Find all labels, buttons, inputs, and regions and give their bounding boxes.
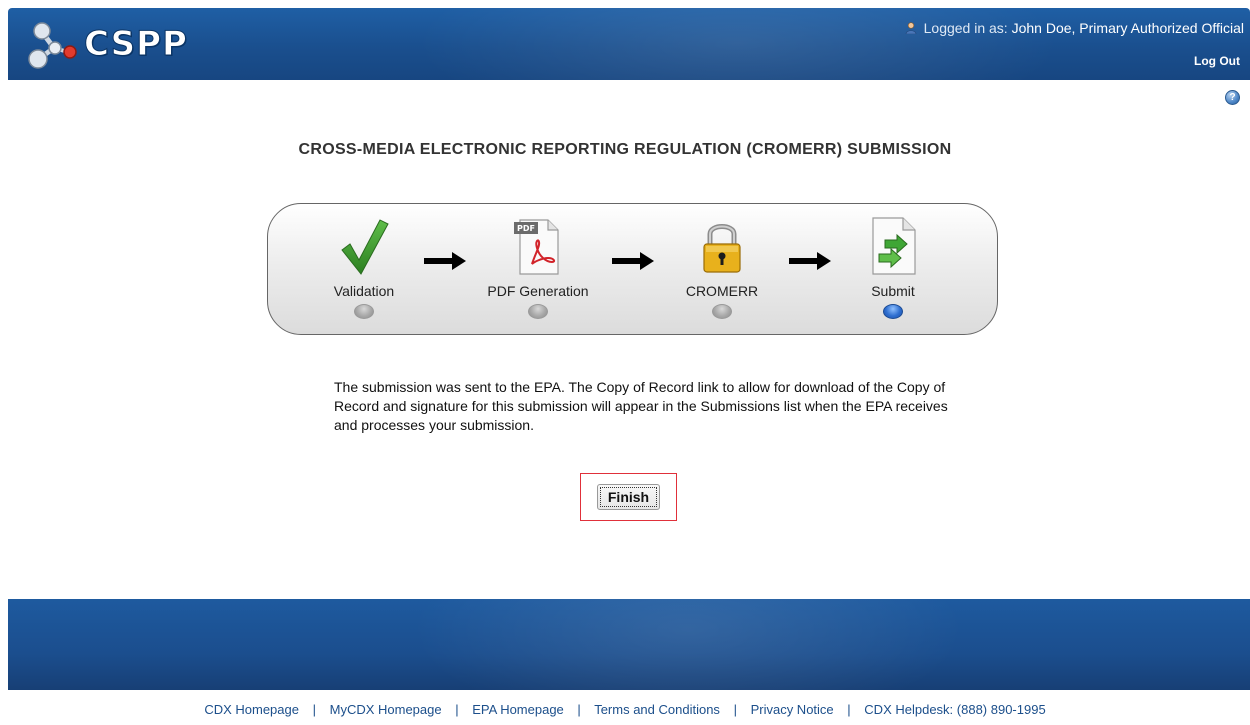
step-indicator-validation [354,304,374,319]
step-pdf-generation: PDF PDF Generation [468,204,608,336]
footer-link-terms-and-conditions[interactable]: Terms and Conditions [594,702,720,717]
footer-band [8,599,1250,690]
pdf-document-icon: PDF [514,219,559,275]
footer-link-cdx-helpdesk[interactable]: CDX Helpdesk: (888) 890-1995 [864,702,1045,717]
footer-separator: | [733,702,737,717]
logged-in-label: Logged in as: [923,20,1008,36]
pdf-badge-text: PDF [517,224,535,233]
footer-link-epa-homepage[interactable]: EPA Homepage [472,702,564,717]
submit-document-icon [872,217,916,275]
footer-separator: | [577,702,581,717]
footer-link-privacy-notice[interactable]: Privacy Notice [751,702,834,717]
checkmark-icon [341,219,389,275]
login-info: Logged in as: John Doe, Primary Authoriz… [905,20,1244,36]
finish-highlight-frame: Finish [580,473,677,521]
molecule-logo-icon [28,22,77,69]
user-name: John Doe, Primary Authorized Official [1011,20,1244,36]
padlock-icon [703,224,741,273]
header-bar: CSPP Logged in as: John Doe, Primary Aut… [8,8,1250,80]
step-cromerr: CROMERR [652,204,792,336]
step-label-validation: Validation [333,283,395,299]
logout-link[interactable]: Log Out [1194,54,1240,68]
footer-separator: | [847,702,851,717]
arrow-right-icon [424,252,466,270]
step-indicator-cromerr [712,304,732,319]
submission-confirmation-message: The submission was sent to the EPA. The … [334,379,948,433]
submission-progress-tracker: Validation PDF PDF Generation CROMERR Su… [267,203,998,335]
step-label-submit: Submit [871,283,915,299]
step-validation: Validation [294,204,434,336]
user-icon [905,22,917,34]
page-title: CROSS-MEDIA ELECTRONIC REPORTING REGULAT… [298,141,952,158]
step-indicator-pdf-generation [528,304,548,319]
arrow-right-icon [612,252,654,270]
footer-separator: | [312,702,316,717]
step-label-cromerr: CROMERR [685,283,759,299]
finish-button[interactable]: Finish [597,484,660,510]
step-submit: Submit [823,204,963,336]
cspp-logo[interactable]: CSPP [24,18,204,70]
help-icon[interactable]: ? [1225,90,1240,105]
footer-separator: | [455,702,459,717]
footer-link-mycdx-homepage[interactable]: MyCDX Homepage [330,702,442,717]
footer-link-cdx-homepage[interactable]: CDX Homepage [204,702,299,717]
step-label-pdf-generation: PDF Generation [487,283,589,299]
step-indicator-submit-active [883,304,903,319]
logo-text: CSPP [84,24,188,65]
footer-links: CDX Homepage | MyCDX Homepage | EPA Home… [0,702,1250,717]
